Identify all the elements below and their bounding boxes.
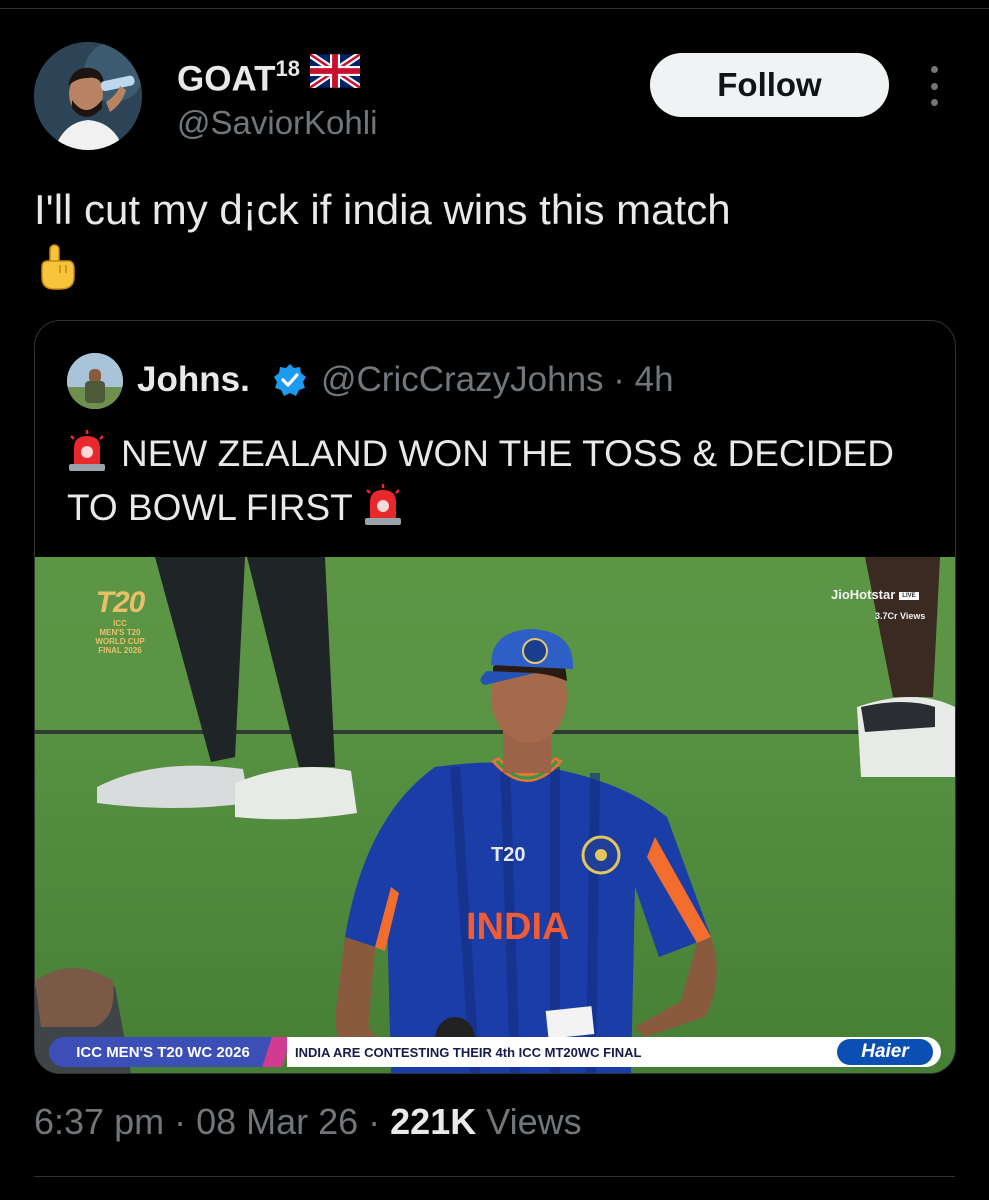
tweet-text: I'll cut my d¡ck if india wins this matc…	[34, 183, 934, 291]
more-options-icon[interactable]	[920, 66, 948, 106]
logo-number: T20	[95, 586, 146, 619]
match-photo: T20 INDIA	[35, 557, 955, 1073]
ticker-tournament-label: ICC MEN'S T20 WC 2026	[49, 1037, 277, 1067]
follow-button[interactable]: Follow	[650, 53, 889, 117]
logo-line: ICC	[113, 619, 127, 628]
tweet-time-date[interactable]: 6:37 pm · 08 Mar 26 ·	[34, 1101, 390, 1142]
t20-world-cup-logo: T20 ICC MEN'S T20 WORLD CUP FINAL 2026	[87, 586, 153, 656]
author-handle[interactable]: @SaviorKohli	[177, 103, 377, 143]
author-avatar[interactable]	[34, 42, 142, 150]
siren-icon	[364, 484, 401, 525]
score-ticker: ICC MEN'S T20 WC 2026 INDIA ARE CONTESTI…	[49, 1037, 941, 1067]
quoted-author-avatar[interactable]	[67, 353, 123, 409]
tweet-text-body: I'll cut my d¡ck if india wins this matc…	[34, 186, 731, 233]
tweet-meta: 6:37 pm · 08 Mar 26 · 221K Views	[34, 1100, 582, 1144]
quoted-tweet-card[interactable]: Johns. @CricCrazyJohns · 4h NEW ZEALAND …	[34, 320, 956, 1074]
uk-flag-icon	[310, 54, 360, 88]
author-name[interactable]: GOAT18	[177, 50, 360, 101]
logo-line: MEN'S T20	[99, 628, 141, 637]
siren-icon	[69, 430, 105, 471]
quoted-tweet-text: NEW ZEALAND WON THE TOSS & DECIDED TO BO…	[67, 427, 927, 535]
quoted-media-image[interactable]: T20 INDIA T20 ICC MEN'S T20 WORLD CUP FI…	[35, 557, 955, 1073]
live-tag: LIVE	[899, 592, 919, 600]
broadcaster-overlay: JioHotstar LIVE	[831, 587, 919, 602]
views-label: Views	[476, 1101, 582, 1142]
logo-line: FINAL 2026	[98, 646, 142, 655]
author-name-superscript: 18	[275, 56, 300, 81]
more-dot	[930, 66, 938, 73]
broadcaster-name: JioHotstar	[831, 587, 896, 602]
quoted-tweet-text-body: NEW ZEALAND WON THE TOSS & DECIDED TO BO…	[67, 433, 895, 528]
pointing-up-hand-icon	[41, 244, 75, 290]
views-count: 221K	[390, 1101, 477, 1142]
verified-badge-icon	[274, 364, 306, 396]
bottom-divider	[34, 1176, 955, 1177]
more-dot	[930, 82, 938, 90]
logo-line: WORLD CUP	[95, 637, 145, 646]
top-divider	[0, 8, 989, 9]
author-name-text: GOAT	[177, 59, 276, 99]
ticker-headline: INDIA ARE CONTESTING THEIR 4th ICC MT20W…	[287, 1037, 827, 1067]
views-overlay: 3.7Cr Views	[875, 611, 926, 621]
sponsor-logo: Haier	[837, 1039, 933, 1065]
more-dot	[930, 99, 938, 106]
jersey-text: INDIA	[466, 906, 569, 948]
svg-text:T20: T20	[491, 844, 525, 866]
quoted-handle-time[interactable]: @CricCrazyJohns · 4h	[321, 359, 674, 401]
ticker-sponsor: Haier	[827, 1037, 941, 1067]
quoted-author-name[interactable]: Johns.	[137, 359, 250, 401]
